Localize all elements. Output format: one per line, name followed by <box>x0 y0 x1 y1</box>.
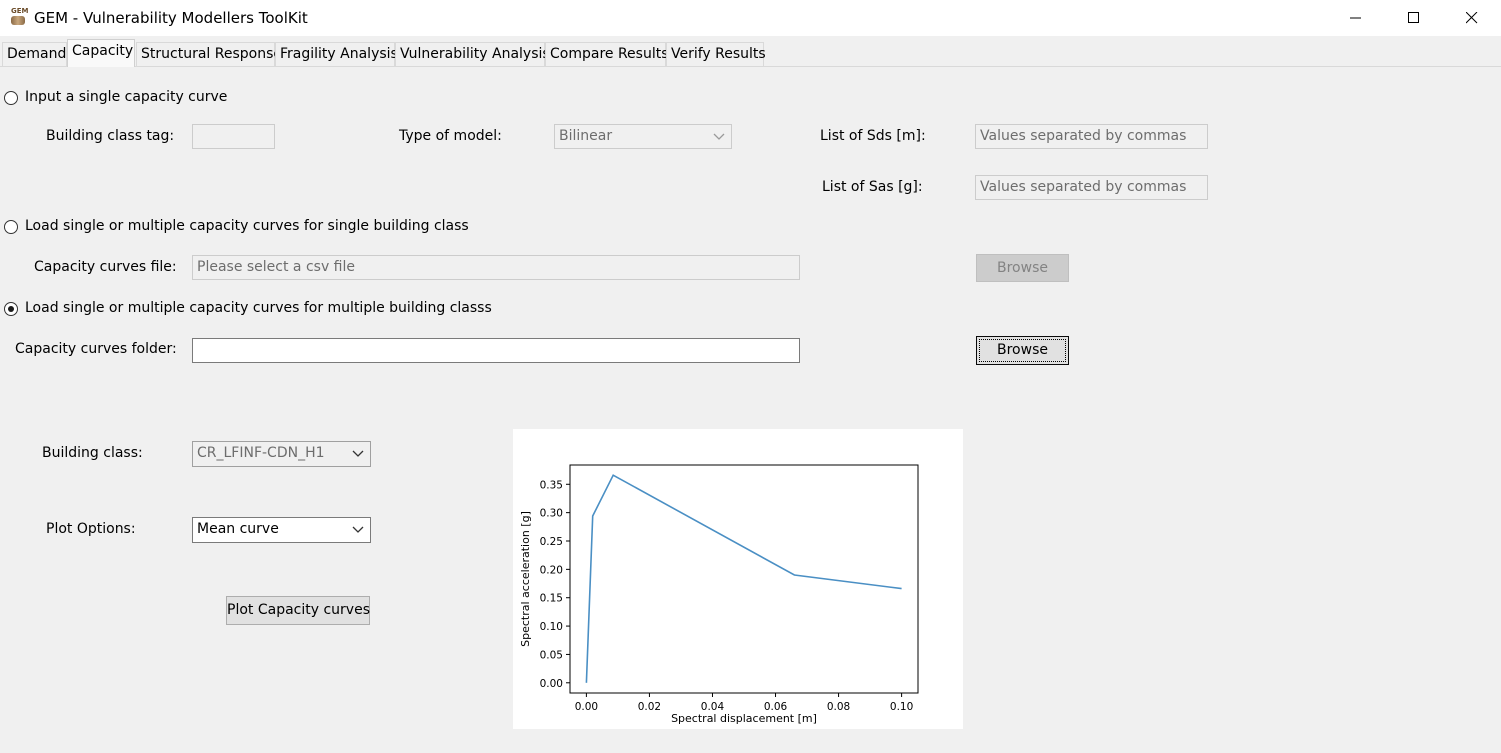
building-class-select[interactable]: CR_LFINF-CDN_H1 <box>192 441 371 467</box>
tab-capacity[interactable]: Capacity <box>67 39 135 67</box>
y-tick-label: 0.25 <box>540 536 563 548</box>
tab-label: Capacity <box>72 43 134 59</box>
capacity-curves-folder-label: Capacity curves folder: <box>15 341 177 357</box>
x-tick-label: 0.00 <box>575 701 598 713</box>
sas-input[interactable]: Values separated by commas <box>975 175 1208 200</box>
capacity-curves-file-input[interactable]: Please select a csv file <box>192 255 800 280</box>
app-icon-text: GEM <box>11 7 29 15</box>
tab-vulnerability-analysis[interactable]: Vulnerability Analysis <box>395 42 550 66</box>
minimize-button[interactable] <box>1327 0 1385 36</box>
close-button[interactable] <box>1443 0 1501 36</box>
tab-compare-results[interactable]: Compare Results <box>545 42 669 66</box>
x-tick-label: 0.10 <box>890 701 913 713</box>
y-tick-label: 0.30 <box>540 508 563 520</box>
browse-folder-button[interactable]: Browse <box>976 336 1069 365</box>
tab-structural-response[interactable]: Structural Response <box>136 42 282 66</box>
browse-file-button[interactable]: Browse <box>976 254 1069 282</box>
plot-options-select[interactable]: Mean curve <box>192 517 371 543</box>
capacity-curve-svg: 0.00 0.02 0.04 0.06 0.08 0.100.000.050.100.15… <box>519 464 919 725</box>
building-class-tag-label: Building class tag: <box>46 128 175 144</box>
tab-label: Fragility Analysis <box>280 46 398 62</box>
x-tick-label: 0.02 <box>638 701 661 713</box>
building-class-tag-input[interactable] <box>192 124 275 149</box>
tab-label: Verify Results <box>671 46 766 62</box>
y-axis-label: Spectral acceleration [g] <box>519 511 532 647</box>
multiple-classes-radio[interactable] <box>4 302 18 316</box>
y-tick-label: 0.15 <box>540 593 563 605</box>
multiple-classes-radio-label[interactable]: Load single or multiple capacity curves … <box>25 300 492 316</box>
plot-capacity-curves-button[interactable]: Plot Capacity curves <box>226 596 370 625</box>
single-curve-radio[interactable] <box>4 91 18 105</box>
sas-label: List of Sas [g]: <box>822 179 923 195</box>
y-tick-label: 0.05 <box>540 649 563 661</box>
sds-label: List of Sds [m]: <box>820 128 926 144</box>
close-icon <box>1466 12 1478 24</box>
type-of-model-select[interactable]: Bilinear <box>554 124 732 149</box>
y-tick-label: 0.35 <box>540 479 563 491</box>
x-axis-label: Spectral displacement [m] <box>671 712 817 725</box>
y-tick-label: 0.20 <box>540 564 563 576</box>
building-class-value: CR_LFINF-CDN_H1 <box>197 445 325 461</box>
chevron-down-icon <box>713 133 725 140</box>
tab-label: Demand <box>7 46 67 62</box>
tab-demand[interactable]: Demand <box>2 42 67 66</box>
plot-options-label: Plot Options: <box>46 521 136 537</box>
x-tick-label: 0.08 <box>827 701 850 713</box>
type-of-model-value: Bilinear <box>559 128 613 144</box>
tab-label: Structural Response <box>141 46 282 62</box>
type-of-model-label: Type of model: <box>399 128 502 144</box>
capacity-curve-chart: 0.00 0.02 0.04 0.06 0.08 0.10 0.00 0.05 0.10 0.15… <box>513 429 963 729</box>
tab-label: Compare Results <box>550 46 669 62</box>
plot-options-value: Mean curve <box>197 521 279 537</box>
chevron-down-icon <box>352 450 364 457</box>
window-title: GEM - Vulnerability Modellers ToolKit <box>34 9 308 27</box>
single-curve-radio-label[interactable]: Input a single capacity curve <box>25 89 227 105</box>
gem-app-icon: GEM <box>11 7 29 26</box>
building-class-label: Building class: <box>42 445 143 461</box>
single-class-radio[interactable] <box>4 220 18 234</box>
tab-verify-results[interactable]: Verify Results <box>666 42 766 66</box>
y-tick-label: 0.00 <box>540 678 563 690</box>
maximize-button[interactable] <box>1385 0 1443 36</box>
tab-fragility-analysis[interactable]: Fragility Analysis <box>275 42 398 66</box>
tab-label: Vulnerability Analysis <box>400 46 550 62</box>
y-tick-label: 0.10 <box>540 621 563 633</box>
maximize-icon <box>1408 12 1419 23</box>
plot-frame <box>569 464 919 694</box>
minimize-icon <box>1350 17 1361 19</box>
sds-input[interactable]: Values separated by commas <box>975 124 1208 149</box>
capacity-curves-folder-input[interactable] <box>192 338 800 363</box>
chevron-down-icon <box>352 526 364 533</box>
capacity-curves-file-label: Capacity curves file: <box>34 259 177 275</box>
single-class-radio-label[interactable]: Load single or multiple capacity curves … <box>25 218 469 234</box>
